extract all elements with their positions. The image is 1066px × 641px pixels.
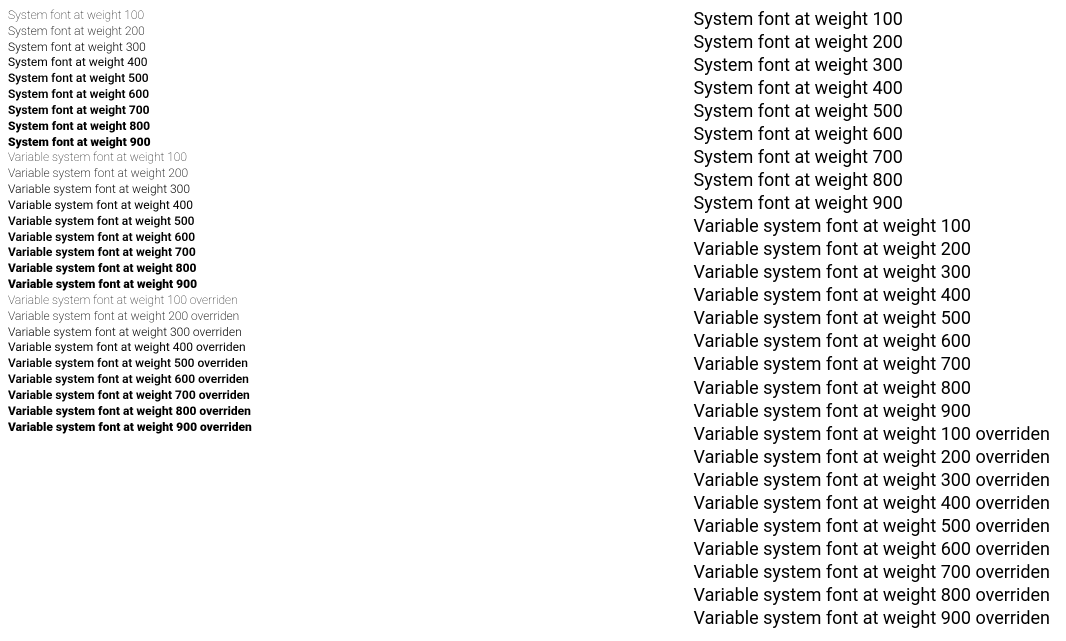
variable-font-weight-100-overridden-flat: Variable system font at weight 100 overr… [694, 423, 1050, 446]
variable-font-weight-500-flat: Variable system font at weight 500 [694, 307, 1050, 330]
system-font-weight-400: System font at weight 400 [8, 55, 252, 71]
variable-font-weight-300-overridden: Variable system font at weight 300 overr… [8, 325, 252, 341]
variable-font-weight-700-overridden: Variable system font at weight 700 overr… [8, 388, 252, 404]
variable-font-weight-400-flat: Variable system font at weight 400 [694, 284, 1050, 307]
variable-font-weight-300: Variable system font at weight 300 [8, 182, 252, 198]
system-font-weight-400-flat: System font at weight 400 [694, 77, 1050, 100]
system-font-weight-700: System font at weight 700 [8, 103, 252, 119]
system-font-weight-300: System font at weight 300 [8, 40, 252, 56]
variable-font-weight-100-overridden: Variable system font at weight 100 overr… [8, 293, 252, 309]
variable-font-weight-400-overridden-flat: Variable system font at weight 400 overr… [694, 492, 1050, 515]
system-font-weight-600-flat: System font at weight 600 [694, 123, 1050, 146]
variable-font-weight-700-overridden-flat: Variable system font at weight 700 overr… [694, 561, 1050, 584]
system-font-weight-800-flat: System font at weight 800 [694, 169, 1050, 192]
variable-font-weight-200: Variable system font at weight 200 [8, 166, 252, 182]
system-font-weight-800: System font at weight 800 [8, 119, 252, 135]
variable-font-weight-700: Variable system font at weight 700 [8, 245, 252, 261]
variable-font-weight-500-overridden-flat: Variable system font at weight 500 overr… [694, 515, 1050, 538]
variable-font-weight-800-overridden: Variable system font at weight 800 overr… [8, 404, 252, 420]
variable-font-weight-900: Variable system font at weight 900 [8, 277, 252, 293]
variable-font-weight-300-flat: Variable system font at weight 300 [694, 261, 1050, 284]
variable-font-weight-800-overridden-flat: Variable system font at weight 800 overr… [694, 584, 1050, 607]
system-font-weight-900: System font at weight 900 [8, 135, 252, 151]
system-font-weight-700-flat: System font at weight 700 [694, 146, 1050, 169]
variable-font-weight-900-overridden-flat: Variable system font at weight 900 overr… [694, 607, 1050, 630]
system-font-weight-200: System font at weight 200 [8, 24, 252, 40]
system-font-weight-500: System font at weight 500 [8, 71, 252, 87]
variable-font-weight-600-overridden-flat: Variable system font at weight 600 overr… [694, 538, 1050, 561]
variable-font-weight-200-flat: Variable system font at weight 200 [694, 238, 1050, 261]
variable-font-weight-100-flat: Variable system font at weight 100 [694, 215, 1050, 238]
variable-font-weight-200-overridden-flat: Variable system font at weight 200 overr… [694, 446, 1050, 469]
variable-font-weight-400: Variable system font at weight 400 [8, 198, 252, 214]
variable-font-weight-600: Variable system font at weight 600 [8, 230, 252, 246]
variable-font-weight-200-overridden: Variable system font at weight 200 overr… [8, 309, 252, 325]
system-font-weight-200-flat: System font at weight 200 [694, 31, 1050, 54]
variable-font-weight-900-overridden: Variable system font at weight 900 overr… [8, 420, 252, 436]
variable-font-weight-700-flat: Variable system font at weight 700 [694, 353, 1050, 376]
variable-font-weight-500: Variable system font at weight 500 [8, 214, 252, 230]
system-font-weight-100-flat: System font at weight 100 [694, 8, 1050, 31]
variable-font-weight-600-overridden: Variable system font at weight 600 overr… [8, 372, 252, 388]
left-column: System font at weight 100 System font at… [8, 8, 252, 633]
system-font-weight-100: System font at weight 100 [8, 8, 252, 24]
right-column: System font at weight 100 System font at… [694, 8, 1058, 633]
variable-font-weight-600-flat: Variable system font at weight 600 [694, 330, 1050, 353]
system-font-weight-600: System font at weight 600 [8, 87, 252, 103]
system-font-weight-900-flat: System font at weight 900 [694, 192, 1050, 215]
variable-font-weight-400-overridden: Variable system font at weight 400 overr… [8, 340, 252, 356]
system-font-weight-500-flat: System font at weight 500 [694, 100, 1050, 123]
variable-font-weight-500-overridden: Variable system font at weight 500 overr… [8, 356, 252, 372]
variable-font-weight-900-flat: Variable system font at weight 900 [694, 400, 1050, 423]
variable-font-weight-800-flat: Variable system font at weight 800 [694, 377, 1050, 400]
variable-font-weight-300-overridden-flat: Variable system font at weight 300 overr… [694, 469, 1050, 492]
variable-font-weight-100: Variable system font at weight 100 [8, 150, 252, 166]
system-font-weight-300-flat: System font at weight 300 [694, 54, 1050, 77]
variable-font-weight-800: Variable system font at weight 800 [8, 261, 252, 277]
